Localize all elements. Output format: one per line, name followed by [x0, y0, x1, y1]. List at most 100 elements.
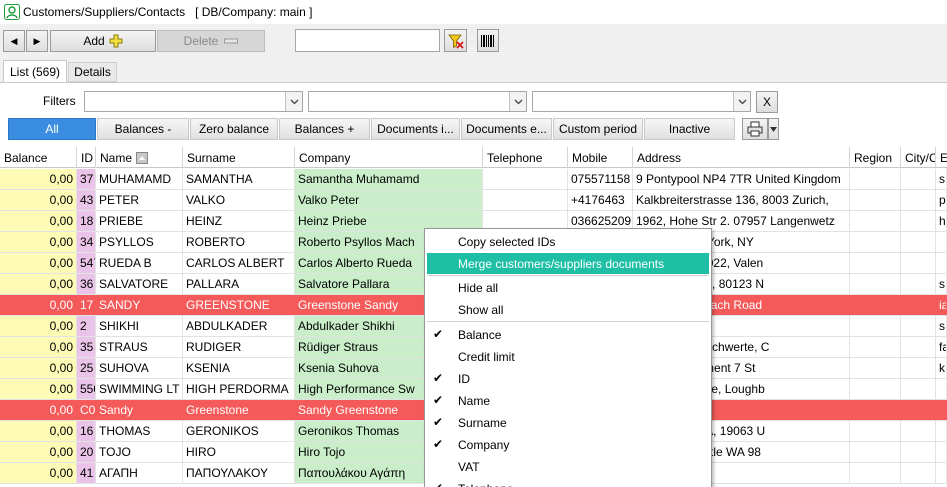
cell-balance[interactable]: 0,00: [0, 211, 77, 231]
cell-e[interactable]: [936, 442, 947, 462]
cell-region[interactable]: [850, 379, 901, 399]
filter-zero-balance-button[interactable]: Zero balance: [190, 118, 278, 140]
cell-city[interactable]: [901, 274, 936, 294]
cell-surname[interactable]: HEINZ: [183, 211, 295, 231]
cell-region[interactable]: [850, 274, 901, 294]
cell-e[interactable]: s: [936, 169, 947, 189]
cell-telephone[interactable]: [483, 169, 568, 189]
column-header-name[interactable]: Name: [96, 147, 183, 168]
cell-balance[interactable]: 0,00: [0, 400, 77, 420]
menu-item-copy-selected-ids[interactable]: Copy selected IDs: [427, 231, 709, 252]
cell-region[interactable]: [850, 211, 901, 231]
cell-surname[interactable]: ΠΑΠΟΥΛΑΚΟΥ: [183, 463, 295, 483]
print-button[interactable]: [742, 118, 768, 140]
cell-city[interactable]: [901, 463, 936, 483]
cell-surname[interactable]: SAMANTHA: [183, 169, 295, 189]
cell-balance[interactable]: 0,00: [0, 190, 77, 210]
cell-region[interactable]: [850, 295, 901, 315]
add-button[interactable]: Add: [50, 30, 156, 52]
table-row[interactable]: 0,00 37 MUHAMAMD SAMANTHA Samantha Muhamamd 0…: [0, 169, 947, 190]
table-row[interactable]: 0,00 43 PETER VALKO Valko Peter +4176463 Kalkb…: [0, 190, 947, 211]
cell-id[interactable]: 20: [77, 442, 96, 462]
cell-company[interactable]: Samantha Muhamamd: [295, 169, 483, 189]
cell-surname[interactable]: HIRO: [183, 442, 295, 462]
menu-item-merge-customers-suppliers-documents[interactable]: Merge customers/suppliers documents: [427, 253, 709, 274]
cell-surname[interactable]: CARLOS ALBERT: [183, 253, 295, 273]
cell-name[interactable]: ΑΓΑΠΗ: [96, 463, 183, 483]
column-header-id[interactable]: ID: [77, 147, 96, 168]
cell-region[interactable]: [850, 253, 901, 273]
filter-balances-minus-button[interactable]: Balances -: [97, 118, 189, 140]
delete-button[interactable]: Delete: [157, 30, 265, 52]
cell-name[interactable]: PETER: [96, 190, 183, 210]
cell-e[interactable]: [936, 400, 947, 420]
cell-city[interactable]: [901, 190, 936, 210]
cell-balance[interactable]: 0,00: [0, 379, 77, 399]
cell-name[interactable]: SANDY: [96, 295, 183, 315]
menu-item-telephone[interactable]: ✔ Telephone: [427, 478, 709, 487]
filter-combo-1[interactable]: [84, 91, 303, 112]
cell-mobile[interactable]: +4176463: [568, 190, 633, 210]
tab-details[interactable]: Details: [68, 62, 117, 82]
cell-region[interactable]: [850, 358, 901, 378]
cell-id[interactable]: 37: [77, 169, 96, 189]
cell-region[interactable]: [850, 337, 901, 357]
column-header-city[interactable]: City/C: [901, 147, 936, 168]
column-header-mobile[interactable]: Mobile: [568, 147, 633, 168]
cell-balance[interactable]: 0,00: [0, 232, 77, 252]
cell-name[interactable]: TOJO: [96, 442, 183, 462]
cell-id[interactable]: 41: [77, 463, 96, 483]
column-header-company[interactable]: Company: [295, 147, 483, 168]
menu-item-credit-limit[interactable]: Credit limit: [427, 346, 709, 367]
cell-balance[interactable]: 0,00: [0, 358, 77, 378]
cell-name[interactable]: RUEDA B: [96, 253, 183, 273]
column-header-region[interactable]: Region: [850, 147, 901, 168]
cell-id[interactable]: 17: [77, 295, 96, 315]
cell-balance[interactable]: 0,00: [0, 463, 77, 483]
menu-item-surname[interactable]: ✔ Surname: [427, 412, 709, 433]
cell-id[interactable]: 43: [77, 190, 96, 210]
cell-region[interactable]: [850, 421, 901, 441]
cell-city[interactable]: [901, 232, 936, 252]
cell-id[interactable]: 18: [77, 211, 96, 231]
filter-custom-period-button[interactable]: Custom period: [553, 118, 643, 140]
print-dropdown-button[interactable]: [768, 118, 779, 140]
cell-region[interactable]: [850, 169, 901, 189]
cell-e[interactable]: p: [936, 190, 947, 210]
cell-id[interactable]: 16: [77, 421, 96, 441]
cell-city[interactable]: [901, 253, 936, 273]
cell-balance[interactable]: 0,00: [0, 316, 77, 336]
cell-e[interactable]: fa: [936, 337, 947, 357]
menu-item-vat[interactable]: VAT: [427, 456, 709, 477]
cell-balance[interactable]: 0,00: [0, 295, 77, 315]
cell-region[interactable]: [850, 400, 901, 420]
tab-list[interactable]: List (569): [3, 60, 67, 82]
cell-e[interactable]: k: [936, 358, 947, 378]
cell-name[interactable]: MUHAMAMD: [96, 169, 183, 189]
menu-item-balance[interactable]: ✔ Balance: [427, 324, 709, 345]
cell-name[interactable]: THOMAS: [96, 421, 183, 441]
column-header-surname[interactable]: Surname: [183, 147, 295, 168]
cell-city[interactable]: [901, 421, 936, 441]
filter-combo-2[interactable]: [308, 91, 527, 112]
cell-surname[interactable]: Greenstone: [183, 400, 295, 420]
filter-documents-in-button[interactable]: Documents i...: [371, 118, 460, 140]
column-header-address[interactable]: Address: [633, 147, 850, 168]
cell-surname[interactable]: ROBERTO: [183, 232, 295, 252]
cell-surname[interactable]: KSENIA: [183, 358, 295, 378]
cell-e[interactable]: ia: [936, 295, 947, 315]
cell-address[interactable]: 9 Pontypool NP4 7TR United Kingdom: [633, 169, 850, 189]
cell-company[interactable]: Valko Peter: [295, 190, 483, 210]
cell-telephone[interactable]: [483, 190, 568, 210]
cell-name[interactable]: PRIEBE: [96, 211, 183, 231]
cell-address[interactable]: Kalkbreiterstrasse 136, 8003 Zurich,: [633, 190, 850, 210]
cell-e[interactable]: [936, 232, 947, 252]
cell-balance[interactable]: 0,00: [0, 169, 77, 189]
cell-id[interactable]: 35: [77, 337, 96, 357]
cell-balance[interactable]: 0,00: [0, 274, 77, 294]
cell-balance[interactable]: 0,00: [0, 421, 77, 441]
cell-id[interactable]: 547: [77, 253, 96, 273]
cell-surname[interactable]: GERONIKOS: [183, 421, 295, 441]
filter-all-button[interactable]: All: [8, 118, 96, 140]
column-header-e[interactable]: E: [936, 147, 947, 168]
